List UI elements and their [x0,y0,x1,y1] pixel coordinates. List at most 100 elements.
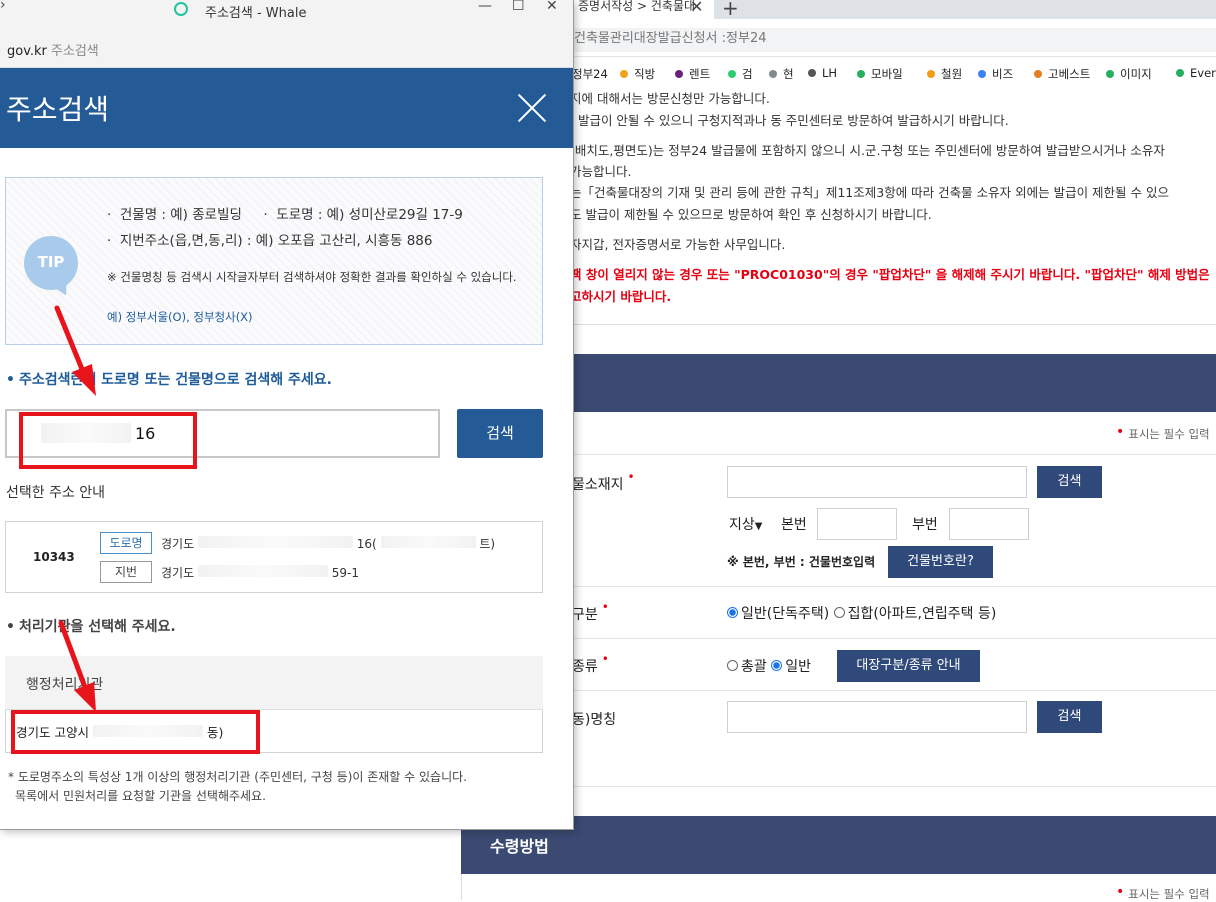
road-address-part: 경기도 [161,537,195,551]
search-guide: • 주소검색란에 도로명 또는 건물명으로 검색해 주세요. [6,372,333,388]
kind-label-text: 종류 [572,659,598,675]
bookmark-dot-icon [927,70,935,78]
type-row-label: 구분 • [572,600,609,623]
address-input[interactable] [727,466,1027,498]
sub-no-input[interactable] [949,508,1029,540]
redacted-text [197,536,353,548]
sub-no-label: 부번 [912,517,938,533]
tip-text: 건물명 : 예) 종로빌딩 [119,207,242,223]
bookmark-dot-icon [1176,69,1184,77]
address-bar[interactable]: 건축물관리대장발급신청서 :정부24 [572,28,1216,52]
bookmark-item[interactable]: LH [808,66,837,80]
bookmark-item[interactable]: 렌트 [675,66,710,82]
bookmark-item[interactable]: 직방 [620,66,655,82]
kind-radio-general[interactable] [771,660,783,671]
bookmark-item[interactable]: Ever [1176,66,1216,80]
type-radio-general[interactable] [727,607,738,618]
minimize-icon[interactable]: — [478,0,492,14]
dong-name-input[interactable] [727,701,1027,733]
bookmark-item[interactable]: 고베스트 [1034,66,1090,82]
receive-method-band [461,816,1216,874]
dong-search-button[interactable]: 검색 [1037,701,1102,733]
building-no-button[interactable]: 건물번호란? [888,546,993,578]
road-address-part: 트) [479,537,496,551]
jibun-address-part: 59-1 [331,566,360,580]
bookmark-label: LH [822,66,838,80]
notice-line: (배치도,평면도)는 정부24 발급물에 포함하지 않으니 시.군.구청 또는 … [570,143,1165,158]
bullet-icon: · [246,207,277,223]
main-no-input[interactable] [817,508,897,540]
address-row-label: 물소재지 • [572,470,635,493]
section-header-band [560,354,1216,412]
new-tab-icon[interactable]: + [722,0,739,20]
tip-note: ※ 건물명칭 등 검색시 시작글자부터 검색하셔야 정확한 결과를 확인하실 수… [107,270,517,284]
popup-url-domain: gov.kr [7,44,47,59]
type-option-label: 일반(단독주택) [741,606,830,622]
popup-url-page: 주소검색 [50,44,99,59]
divider [560,324,1216,325]
tab-label: 증명서작성 > 건축물대 [578,0,696,13]
type-option-label: 집합(아파트,연립주택 등) [847,606,997,622]
bullet-icon: · [107,233,120,249]
search-guide-text: 주소검색란에 도로명 또는 건물명으로 검색해 주세요. [18,372,333,388]
selected-address-box[interactable] [5,521,543,593]
bookmark-dot-icon [1106,70,1114,78]
bookmark-item[interactable]: 현 [769,66,794,82]
jibun-address-part: 경기도 [161,566,195,580]
bookmark-label: 이미지 [1120,67,1152,81]
tip-example: 예) 정부서울(O), 정부청사(X) [107,310,253,324]
window-close-icon[interactable]: ✕ [546,0,558,14]
notice-line: 지에 대해서는 방문신청만 가능합니다. [570,91,770,106]
ground-select[interactable]: 지상▼ [727,510,773,540]
kind-radio-total[interactable] [727,660,738,671]
selected-address-title: 선택한 주소 안내 [6,485,106,501]
annotation-highlight-box [19,412,197,469]
popup-close-icon[interactable] [516,92,548,124]
bookmark-label: 렌트 [689,67,711,81]
popup-titlebar: › 주소검색 - Whale — ☐ ✕ [0,0,573,30]
bookmark-label: 모바일 [871,67,903,81]
bookmark-dot-icon [1034,70,1042,78]
popup-search-button[interactable]: 검색 [457,409,543,458]
footnote: * 도로명주소의 특성상 1개 이상의 행정처리기관 (주민센터, 구청 등)이… [8,768,467,806]
bookmark-label: 비즈 [992,67,1014,81]
tab-close-icon[interactable]: ✕ [690,0,703,16]
bookmark-item[interactable]: 모바일 [857,66,903,82]
bookmark-dot-icon [620,70,628,78]
tip-text: 지번주소(읍,면,동,리) : 예) 오포읍 고산리, 시흥동 886 [119,233,433,249]
main-no-label: 본번 [781,517,807,533]
bookmark-item[interactable]: 철원 [927,66,962,82]
bookmark-item[interactable]: 비즈 [978,66,1013,82]
road-name-tag: 도로명 [100,532,152,554]
bookmark-label: Ever [1190,66,1216,80]
whale-browser-icon [174,2,188,16]
bookmark-label: 검 [742,67,753,81]
popup-heading: 주소검색 [6,93,110,126]
dong-row-label: 동)명칭 [572,712,617,728]
kind-guide-button[interactable]: 대장구분/종류 안내 [837,650,980,682]
bookmark-label: 고베스트 [1048,67,1091,81]
required-note-text: 표시는 필수 입력 [1128,427,1210,441]
form-row-divider [560,690,1216,691]
bookmark-dot-icon [675,70,683,78]
address-search-button[interactable]: 검색 [1037,466,1102,498]
receive-method-title: 수령방법 [490,837,549,856]
bookmark-item[interactable]: 이미지 [1106,66,1152,82]
tip-jibun-example: · 지번주소(읍,면,동,리) : 예) 오포읍 고산리, 시흥동 886 [107,229,432,249]
org-guide: • 처리기관을 선택해 주세요. [6,619,176,635]
bookmark-item[interactable]: 검 [728,66,753,82]
bookmark-label: 현 [783,67,794,81]
url-text: 건축물관리대장발급신청서 :정부24 [574,31,767,46]
form-row-divider [560,786,1216,787]
back-arrow-icon[interactable]: › [0,0,6,13]
required-note: • 표시는 필수 입력 [1116,424,1210,441]
maximize-icon[interactable]: ☐ [512,0,525,14]
popup-address-bar[interactable]: gov.kr 주소검색 [0,30,573,68]
annotation-highlight-box [11,710,260,754]
bookmark-item[interactable]: 정부24 [572,66,608,82]
bookmark-dot-icon [857,70,865,78]
popup-block-notice: 팩 창이 열리지 않는 경우 또는 "PROC01030"의 경우 "팝업차단"… [570,267,1210,282]
form-row-divider [560,454,1216,455]
address-label-text: 물소재지 [572,477,624,493]
type-radio-collective[interactable] [833,607,845,618]
